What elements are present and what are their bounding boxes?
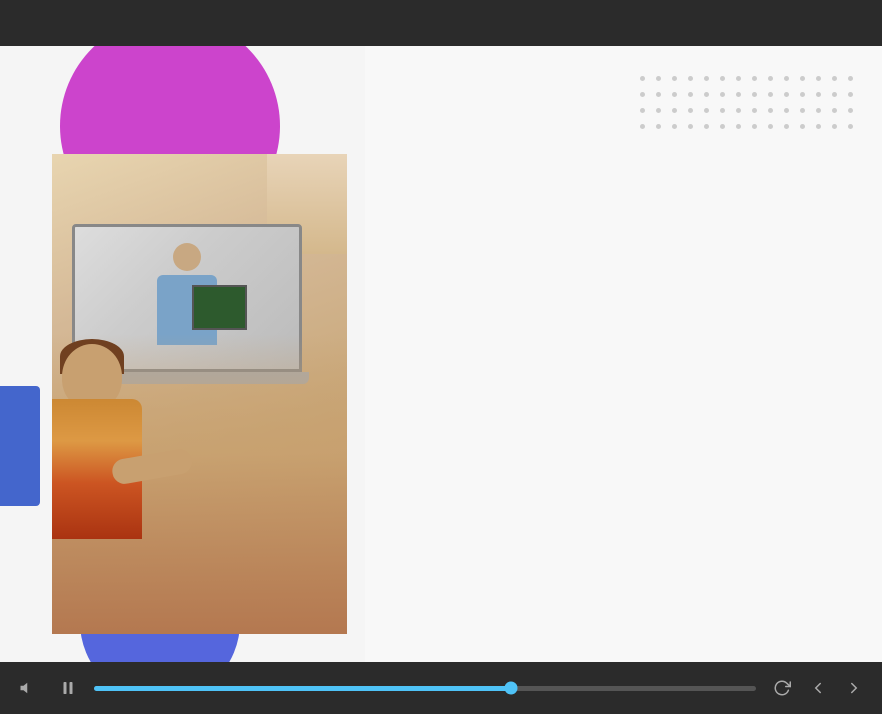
refresh-button[interactable] xyxy=(768,674,796,702)
dot xyxy=(720,92,725,97)
dot xyxy=(784,76,789,81)
dot xyxy=(656,92,661,97)
dot xyxy=(800,108,805,113)
top-bar xyxy=(0,0,882,46)
dot xyxy=(752,108,757,113)
progress-thumb xyxy=(505,682,518,695)
right-panel: // Generate dots const grid = document.q… xyxy=(365,46,882,662)
dot-grid-decoration: // Generate dots const grid = document.q… xyxy=(640,76,862,138)
left-panel xyxy=(0,46,365,662)
dot xyxy=(784,92,789,97)
dot xyxy=(704,92,709,97)
dot xyxy=(640,124,645,129)
dot xyxy=(672,76,677,81)
dot xyxy=(832,108,837,113)
pause-icon xyxy=(59,679,77,697)
dot xyxy=(640,76,645,81)
dot xyxy=(768,124,773,129)
dot xyxy=(688,92,693,97)
dot xyxy=(672,108,677,113)
child-overlay xyxy=(52,334,347,634)
pause-button[interactable] xyxy=(54,674,82,702)
dot xyxy=(720,124,725,129)
teacher-head xyxy=(173,243,201,271)
dot xyxy=(832,124,837,129)
dot xyxy=(848,124,853,129)
prev-icon xyxy=(809,679,827,697)
dot xyxy=(688,108,693,113)
next-icon xyxy=(845,679,863,697)
dot xyxy=(656,76,661,81)
dot xyxy=(848,108,853,113)
dot xyxy=(784,108,789,113)
refresh-icon xyxy=(773,679,791,697)
dot xyxy=(768,76,773,81)
dot xyxy=(736,76,741,81)
dot xyxy=(704,76,709,81)
dot xyxy=(688,124,693,129)
dot xyxy=(800,124,805,129)
slide-image xyxy=(52,154,347,634)
dot xyxy=(656,108,661,113)
progress-bar[interactable] xyxy=(94,686,756,691)
dot xyxy=(720,76,725,81)
prev-button[interactable] xyxy=(804,674,832,702)
dot xyxy=(816,92,821,97)
dot xyxy=(656,124,661,129)
dot xyxy=(752,124,757,129)
dot xyxy=(784,124,789,129)
progress-fill xyxy=(94,686,511,691)
dot xyxy=(672,92,677,97)
right-controls xyxy=(768,674,868,702)
dot xyxy=(816,108,821,113)
blackboard xyxy=(192,285,247,330)
dot xyxy=(800,76,805,81)
dot xyxy=(848,76,853,81)
dot xyxy=(704,124,709,129)
dot xyxy=(736,108,741,113)
dot xyxy=(688,76,693,81)
dot xyxy=(768,92,773,97)
dot xyxy=(720,108,725,113)
bottom-bar xyxy=(0,662,882,714)
next-button[interactable] xyxy=(840,674,868,702)
dot xyxy=(848,92,853,97)
dot xyxy=(816,76,821,81)
dot xyxy=(800,92,805,97)
dot xyxy=(752,76,757,81)
main-content: // Generate dots const grid = document.q… xyxy=(0,46,882,662)
volume-button[interactable] xyxy=(14,674,42,702)
volume-icon xyxy=(19,679,37,697)
dot xyxy=(832,92,837,97)
dot xyxy=(704,108,709,113)
dot xyxy=(768,108,773,113)
blue-rect-decoration xyxy=(0,386,40,506)
dot xyxy=(640,108,645,113)
dot xyxy=(832,76,837,81)
dot xyxy=(640,92,645,97)
dot xyxy=(672,124,677,129)
dot xyxy=(736,92,741,97)
dot xyxy=(816,124,821,129)
dot xyxy=(736,124,741,129)
dot xyxy=(752,92,757,97)
